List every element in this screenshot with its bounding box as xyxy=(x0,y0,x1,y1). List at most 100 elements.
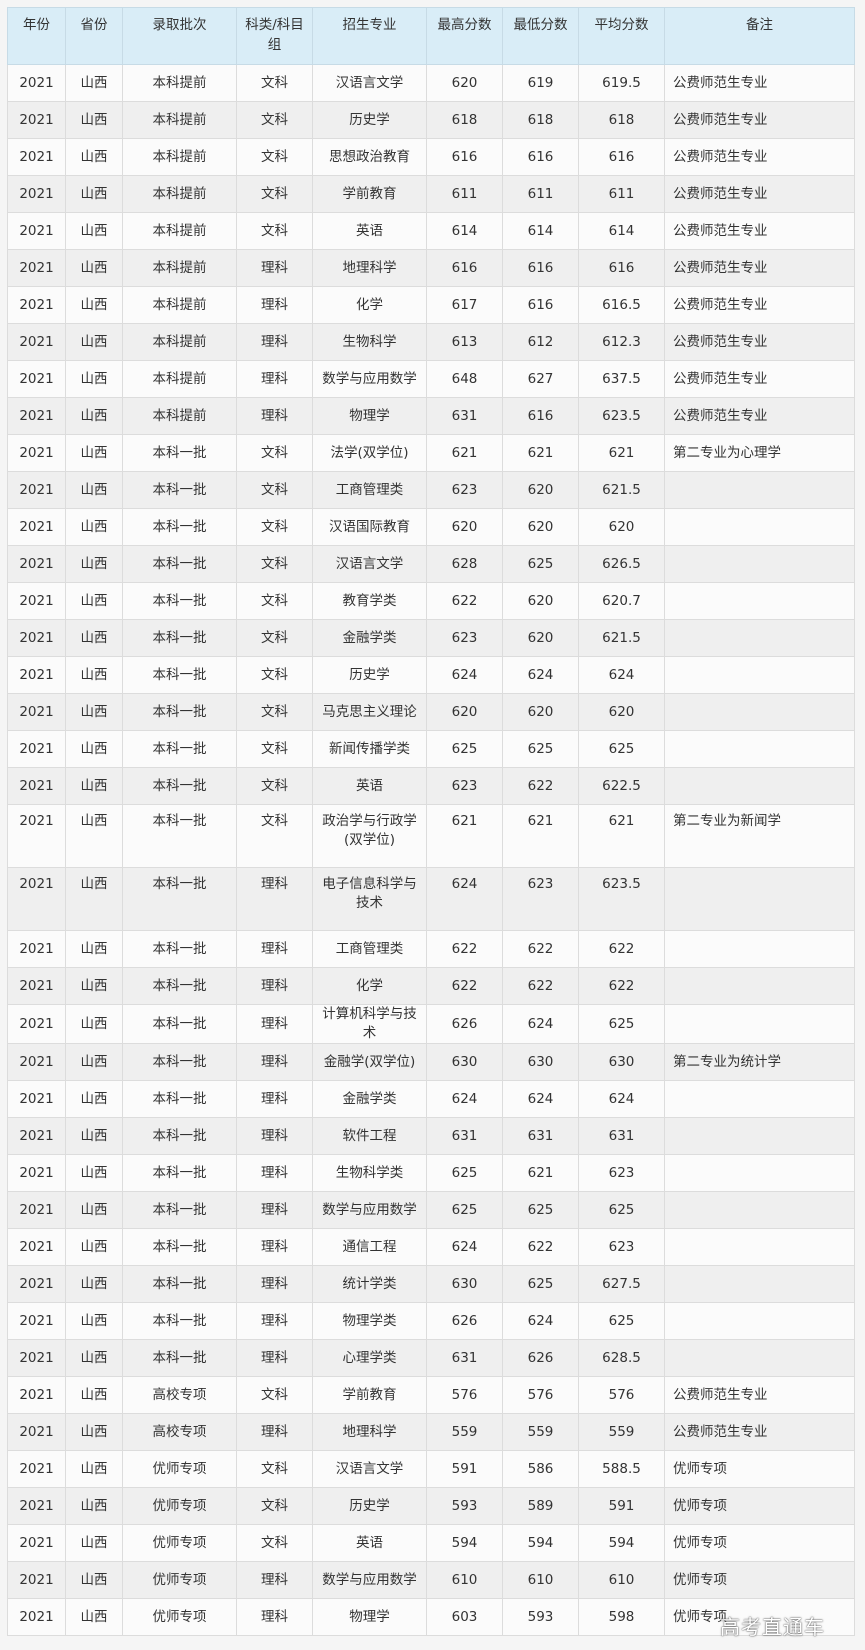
cell-avg-score: 616 xyxy=(578,138,665,176)
cell-province: 山西 xyxy=(65,1117,123,1155)
cell-year: 2021 xyxy=(7,101,66,139)
table-row: 2021 山西 优师专项 文科 历史学 593 589 591 优师专项 xyxy=(7,1487,855,1525)
cell-major: 物理学类 xyxy=(312,1302,427,1340)
cell-max-score: 625 xyxy=(426,1154,503,1192)
cell-category: 文科 xyxy=(236,508,313,546)
cell-note xyxy=(664,967,855,1005)
cell-major: 历史学 xyxy=(312,656,427,694)
cell-province: 山西 xyxy=(65,1265,123,1303)
table-row: 2021 山西 本科一批 理科 心理学类 631 626 628.5 xyxy=(7,1339,855,1377)
cell-min-score: 621 xyxy=(502,804,579,868)
cell-category: 理科 xyxy=(236,323,313,361)
cell-max-score: 593 xyxy=(426,1487,503,1525)
cell-note: 第二专业为新闻学 xyxy=(664,804,855,868)
cell-min-score: 618 xyxy=(502,101,579,139)
cell-max-score: 559 xyxy=(426,1413,503,1451)
cell-avg-score: 630 xyxy=(578,1043,665,1081)
cell-province: 山西 xyxy=(65,397,123,435)
cell-max-score: 624 xyxy=(426,1080,503,1118)
cell-batch: 本科一批 xyxy=(122,656,237,694)
cell-major: 生物科学类 xyxy=(312,1154,427,1192)
cell-batch: 本科一批 xyxy=(122,545,237,583)
cell-avg-score: 559 xyxy=(578,1413,665,1451)
cell-major: 工商管理类 xyxy=(312,471,427,509)
cell-category: 文科 xyxy=(236,693,313,731)
cell-major: 化学 xyxy=(312,967,427,1005)
cell-note xyxy=(664,930,855,968)
cell-avg-score: 622.5 xyxy=(578,767,665,805)
cell-major: 数学与应用数学 xyxy=(312,360,427,398)
table-row: 2021 山西 本科一批 理科 金融学(双学位) 630 630 630 第二专业为统计学 xyxy=(7,1043,855,1081)
cell-note xyxy=(664,471,855,509)
cell-province: 山西 xyxy=(65,175,123,213)
cell-avg-score: 625 xyxy=(578,1302,665,1340)
table-row: 2021 山西 本科一批 理科 数学与应用数学 625 625 625 xyxy=(7,1191,855,1229)
cell-note xyxy=(664,1004,855,1044)
cell-note: 公费师范生专业 xyxy=(664,323,855,361)
cell-category: 理科 xyxy=(236,1191,313,1229)
header-major: 招生专业 xyxy=(312,7,427,65)
cell-max-score: 624 xyxy=(426,867,503,931)
cell-note: 公费师范生专业 xyxy=(664,64,855,102)
cell-avg-score: 591 xyxy=(578,1487,665,1525)
cell-province: 山西 xyxy=(65,582,123,620)
cell-category: 理科 xyxy=(236,930,313,968)
cell-category: 文科 xyxy=(236,138,313,176)
cell-max-score: 621 xyxy=(426,804,503,868)
cell-major: 统计学类 xyxy=(312,1265,427,1303)
header-province: 省份 xyxy=(65,7,123,65)
cell-max-score: 622 xyxy=(426,582,503,620)
cell-year: 2021 xyxy=(7,693,66,731)
cell-major: 汉语言文学 xyxy=(312,64,427,102)
cell-max-score: 594 xyxy=(426,1524,503,1562)
cell-avg-score: 614 xyxy=(578,212,665,250)
cell-min-score: 620 xyxy=(502,619,579,657)
cell-category: 理科 xyxy=(236,286,313,324)
cell-avg-score: 621.5 xyxy=(578,471,665,509)
table-row: 2021 山西 本科一批 理科 软件工程 631 631 631 xyxy=(7,1117,855,1155)
cell-major: 法学(双学位) xyxy=(312,434,427,472)
cell-max-score: 610 xyxy=(426,1561,503,1599)
cell-max-score: 623 xyxy=(426,619,503,657)
table-body: 2021 山西 本科提前 文科 汉语言文学 620 619 619.5 公费师范生专业 2021 山… xyxy=(7,64,855,1636)
cell-min-score: 611 xyxy=(502,175,579,213)
cell-year: 2021 xyxy=(7,1228,66,1266)
cell-category: 文科 xyxy=(236,545,313,583)
cell-category: 理科 xyxy=(236,1004,313,1044)
cell-avg-score: 623 xyxy=(578,1154,665,1192)
cell-avg-score: 625 xyxy=(578,1191,665,1229)
cell-year: 2021 xyxy=(7,545,66,583)
cell-batch: 本科一批 xyxy=(122,730,237,768)
table-row: 2021 山西 本科提前 文科 思想政治教育 616 616 616 公费师范生专业 xyxy=(7,138,855,176)
cell-major: 金融学(双学位) xyxy=(312,1043,427,1081)
cell-min-score: 624 xyxy=(502,1302,579,1340)
cell-max-score: 625 xyxy=(426,730,503,768)
cell-note: 公费师范生专业 xyxy=(664,397,855,435)
cell-year: 2021 xyxy=(7,175,66,213)
cell-category: 理科 xyxy=(236,397,313,435)
cell-avg-score: 598 xyxy=(578,1598,665,1636)
cell-min-score: 626 xyxy=(502,1339,579,1377)
table-row: 2021 山西 本科提前 理科 生物科学 613 612 612.3 公费师范生专业 xyxy=(7,323,855,361)
cell-province: 山西 xyxy=(65,1376,123,1414)
cell-min-score: 616 xyxy=(502,249,579,287)
cell-note xyxy=(664,1265,855,1303)
cell-avg-score: 623.5 xyxy=(578,867,665,931)
cell-avg-score: 625 xyxy=(578,730,665,768)
cell-category: 理科 xyxy=(236,1080,313,1118)
cell-province: 山西 xyxy=(65,1043,123,1081)
cell-avg-score: 631 xyxy=(578,1117,665,1155)
cell-max-score: 630 xyxy=(426,1043,503,1081)
table-row: 2021 山西 本科一批 理科 统计学类 630 625 627.5 xyxy=(7,1265,855,1303)
cell-max-score: 613 xyxy=(426,323,503,361)
cell-batch: 本科提前 xyxy=(122,175,237,213)
cell-avg-score: 621 xyxy=(578,804,665,868)
cell-avg-score: 624 xyxy=(578,1080,665,1118)
cell-min-score: 621 xyxy=(502,434,579,472)
cell-min-score: 631 xyxy=(502,1117,579,1155)
cell-category: 理科 xyxy=(236,249,313,287)
cell-major: 马克思主义理论 xyxy=(312,693,427,731)
table-row: 2021 山西 本科提前 理科 数学与应用数学 648 627 637.5 公费师范生专业 xyxy=(7,360,855,398)
cell-year: 2021 xyxy=(7,804,66,868)
cell-batch: 本科提前 xyxy=(122,138,237,176)
